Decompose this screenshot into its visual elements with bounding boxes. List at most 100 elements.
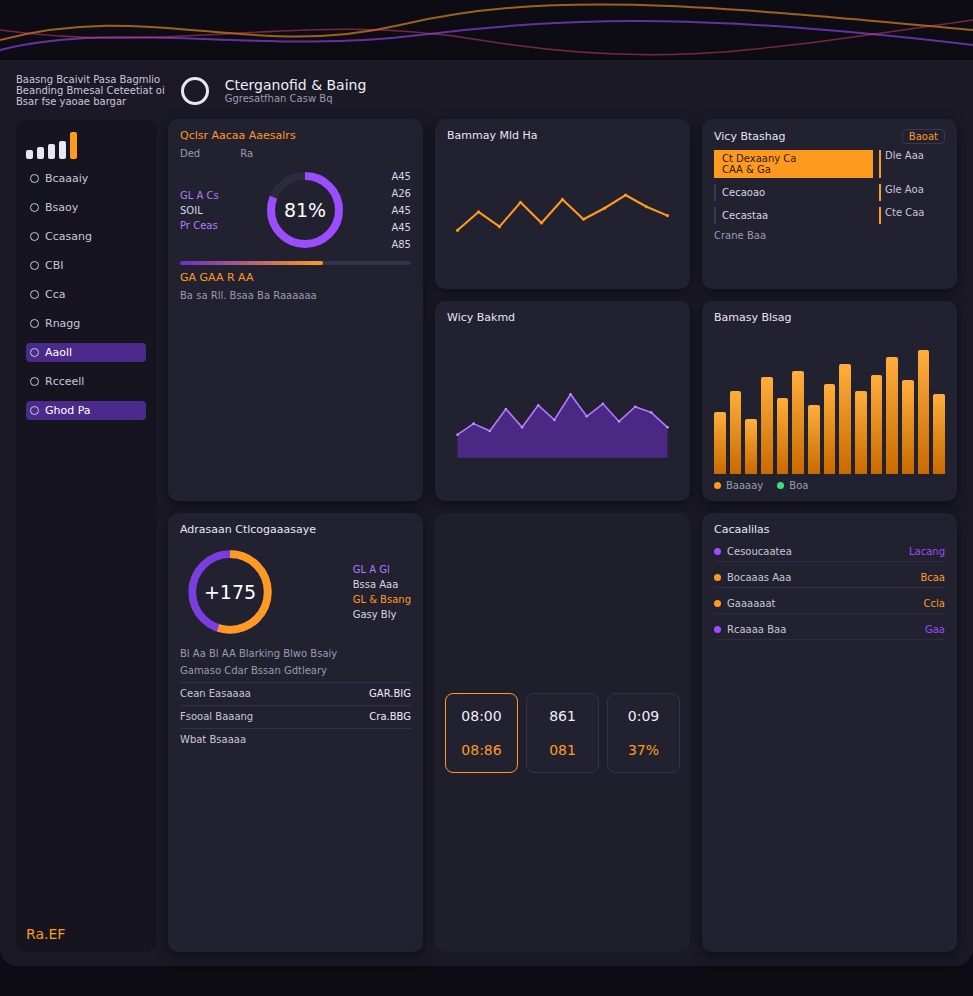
task-main: Cecastaa (714, 207, 873, 224)
gauge-values: A45A26A45A45A85 (391, 171, 411, 250)
area-segment (603, 404, 619, 422)
circle-icon (30, 377, 39, 386)
line-chart (447, 148, 678, 279)
gauge-label: Pr Ceas (180, 220, 219, 231)
task-row[interactable]: Ct Dexaany Ca CAA & Ga Dle Aaa (714, 150, 945, 178)
circle-icon (30, 290, 39, 299)
sidebar-item[interactable]: Aaoll (26, 343, 146, 362)
legend-item: Baaaay (714, 480, 763, 491)
sidebar-footer: Ra.EF (26, 926, 146, 942)
gauge-value-item: A26 (391, 188, 411, 199)
task-row[interactable]: Cecastaa Cte Caa (714, 207, 945, 224)
bar[interactable] (871, 375, 883, 474)
gauge-label: Bssa Aaa (353, 579, 411, 590)
area-chart-card: Wicy Bakmd (435, 301, 690, 501)
brand: Baasng Bcaivit Pasa BagmlioBeanding Bmes… (16, 74, 165, 107)
page-subtitle: Ggresatfhan Casw Bq (225, 93, 367, 104)
task-row[interactable]: Cecaoao Gle Aoa (714, 184, 945, 201)
list-row[interactable]: Rcaaaa Baa Gaa (714, 620, 945, 640)
mini-bar (59, 141, 66, 159)
bar[interactable] (808, 405, 820, 474)
gauge-value-item: A45 (391, 171, 411, 182)
legend-dot (777, 482, 784, 489)
brand-line: Beanding Bmesal Ceteetiat oi (16, 85, 165, 96)
bar-chart-card: Bamasy Blsag BaaaayBoa (702, 301, 957, 501)
gauge-card-2: Adrasaan Ctlcogaaasaye +175 GL A GlBssa … (168, 513, 423, 952)
area-segment (651, 413, 667, 428)
metric-label: Wbat Bsaaaa (180, 734, 246, 745)
sidebar-item[interactable]: Rnagg (26, 314, 146, 333)
metric-value: GAR.BIG (369, 688, 411, 699)
list-label: Bocaaas Aaa (727, 572, 914, 583)
gauge-value: +175 (180, 542, 280, 642)
brand-line: Bsar fse yaoae bargar (16, 96, 165, 107)
bar[interactable] (714, 412, 726, 474)
circle-icon (30, 174, 39, 183)
area-segment (522, 405, 538, 427)
tasks-button[interactable]: Baoat (902, 129, 945, 144)
bar[interactable] (761, 377, 773, 474)
bar[interactable] (855, 391, 867, 474)
line-point[interactable] (666, 214, 669, 217)
sidebar-item[interactable]: CBI (26, 256, 146, 275)
circle-icon (30, 232, 39, 241)
bar[interactable] (730, 391, 742, 474)
stat-tile[interactable]: 08:00 08:86 (445, 693, 518, 773)
metric-row: Wbat Bsaaaa (180, 728, 411, 745)
stat-tile[interactable]: 861 081 (526, 693, 599, 773)
gauge-value-item: A45 (391, 222, 411, 233)
chart-title: Bammay Mld Ha (447, 129, 678, 142)
sidebar-item[interactable]: Bcaaaiy (26, 169, 146, 188)
circle-icon (30, 261, 39, 270)
header: Baasng Bcaivit Pasa BagmlioBeanding Bmes… (16, 74, 957, 107)
gauge-labels: GL A CsSOILPr Ceas (180, 190, 219, 231)
area-segment (490, 409, 506, 431)
list-row[interactable]: Gaaaaaat Ccla (714, 594, 945, 614)
area-point[interactable] (666, 426, 669, 429)
bar[interactable] (839, 364, 851, 474)
sidebar-item[interactable]: Ccasang (26, 227, 146, 246)
sidebar-item[interactable]: Bsaoy (26, 198, 146, 217)
circle-icon (30, 203, 39, 212)
area-segment (506, 409, 522, 427)
bar[interactable] (777, 398, 789, 474)
line-segment (479, 212, 500, 227)
status-dot (714, 574, 721, 581)
card-title: Cacaalilas (714, 523, 945, 536)
text-line: Gamaso Cdar Bssan Gdtleary (180, 665, 411, 676)
bar[interactable] (792, 371, 804, 475)
bar[interactable] (824, 384, 836, 474)
page: Baasng Bcaivit Pasa BagmlioBeanding Bmes… (0, 0, 973, 996)
bar[interactable] (902, 380, 914, 474)
area-chart (447, 330, 678, 491)
sidebar-item[interactable]: Rcceell (26, 372, 146, 391)
list-row[interactable]: Bocaaas Aaa Bcaa (714, 568, 945, 588)
task-main: Ct Dexaany Ca CAA & Ga (714, 150, 873, 178)
sidebar-item[interactable]: Cca (26, 285, 146, 304)
stat-tile[interactable]: 0:09 37% (607, 693, 680, 773)
chart-title: Wicy Bakmd (447, 311, 678, 324)
sidebar-item[interactable]: Ghod Pa (26, 401, 146, 420)
area-segment (458, 424, 474, 435)
gauge-value-item: A85 (391, 239, 411, 250)
status-dot (714, 548, 721, 555)
bar[interactable] (933, 394, 945, 474)
metric-row: Cean Easaaaa GAR.BIG (180, 682, 411, 699)
line-segment (647, 207, 668, 216)
bar[interactable] (886, 357, 898, 474)
column-header: Ra (240, 148, 253, 159)
metric-row: Fsooal Baaang Cra.BBG (180, 705, 411, 722)
task-label: Ct Dexaany Ca (722, 153, 867, 164)
bar[interactable] (745, 419, 757, 474)
list-value: Ccla (924, 598, 945, 609)
dashboard-grid: Qclsr Aacaa Aaesalrs DedRa GL A CsSOILPr… (168, 119, 957, 952)
list-row[interactable]: Cesoucaatea Lacang (714, 542, 945, 562)
list-label: Rcaaaa Baa (727, 624, 919, 635)
card-footer: Ba sa Rll. Bsaa Ba Raaaaaa (180, 290, 411, 301)
tile-sub: 081 (549, 742, 576, 758)
ring-logo-icon (181, 77, 209, 105)
list-label: Cesoucaatea (727, 546, 903, 557)
tile-sub: 37% (628, 742, 659, 758)
stat-tiles: 08:00 08:86861 0810:09 37% (435, 513, 690, 952)
bar[interactable] (918, 350, 930, 474)
